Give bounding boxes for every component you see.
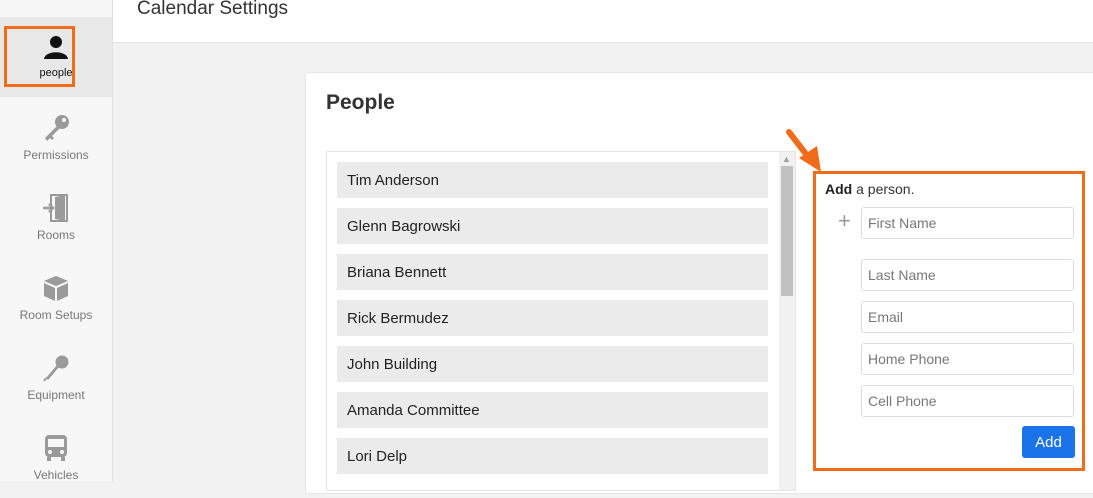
callout-arrow-icon — [786, 129, 821, 172]
highlight-box — [4, 26, 75, 87]
sidebar-item-vehicles[interactable]: Vehicles — [0, 418, 112, 498]
add-person-heading: Add a person. — [825, 181, 914, 197]
sidebar-item-rooms[interactable]: Rooms — [0, 178, 112, 258]
people-list[interactable]: Tim Anderson Glenn Bagrowski Briana Benn… — [326, 151, 796, 491]
add-person-panel: Add a person. + Add — [813, 171, 1085, 471]
door-icon — [41, 192, 71, 224]
sidebar-item-label: Equipment — [27, 388, 85, 402]
sidebar-item-equipment[interactable]: Equipment — [0, 338, 112, 418]
list-item[interactable]: Briana Bennett — [337, 254, 768, 290]
email-field[interactable] — [861, 301, 1074, 333]
page-title: Calendar Settings — [137, 0, 289, 19]
sidebar-item-room-setups[interactable]: Room Setups — [0, 258, 112, 338]
box-icon — [42, 272, 70, 304]
microphone-icon — [41, 352, 71, 384]
page-header: Calendar Settings — [113, 0, 1093, 43]
add-heading-bold: Add — [825, 181, 853, 197]
last-name-field[interactable] — [861, 259, 1074, 291]
list-item[interactable]: Tim Anderson — [337, 162, 768, 198]
add-person-button[interactable]: Add — [1022, 426, 1075, 458]
list-item[interactable]: John Building — [337, 346, 768, 382]
key-icon — [41, 112, 71, 144]
bus-icon — [42, 432, 70, 464]
sidebar: people Permissions Rooms Room Setups Equ… — [0, 0, 113, 482]
sidebar-item-label: Vehicles — [33, 468, 79, 482]
card-title: People — [326, 91, 395, 114]
sidebar-item-label: Permissions — [23, 148, 89, 162]
list-scrollbar[interactable]: ▲ — [779, 152, 795, 490]
scroll-thumb[interactable] — [781, 166, 793, 296]
plus-icon[interactable]: + — [838, 210, 851, 232]
list-item[interactable]: Lori Delp — [337, 438, 768, 474]
first-name-field[interactable] — [861, 207, 1074, 239]
add-heading-text: a person. — [852, 181, 915, 197]
home-phone-field[interactable] — [861, 343, 1074, 375]
sidebar-item-permissions[interactable]: Permissions — [0, 98, 112, 178]
list-item[interactable]: Amanda Committee — [337, 392, 768, 428]
sidebar-item-label: Rooms — [36, 228, 75, 242]
cell-phone-field[interactable] — [861, 385, 1074, 417]
list-item[interactable]: Rick Bermudez — [337, 300, 768, 336]
sidebar-item-label: Room Setups — [19, 308, 93, 322]
list-item[interactable]: Glenn Bagrowski — [337, 208, 768, 244]
